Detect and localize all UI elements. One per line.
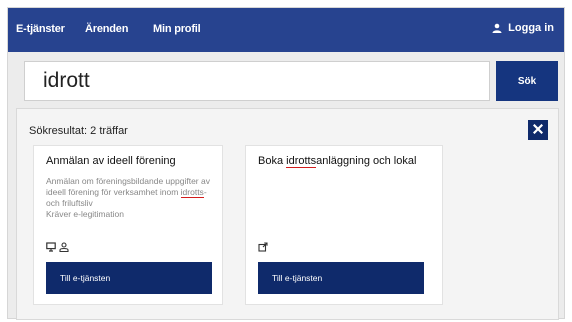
close-results-button[interactable] — [528, 120, 548, 140]
search-button[interactable]: Sök — [496, 61, 558, 101]
nav-item-arenden[interactable]: Ärenden — [85, 23, 128, 35]
app-frame: E-tjänster Ärenden Min profil Logga in i… — [7, 7, 565, 320]
result-card-description: Anmälan om föreningsbildande uppgifter a… — [46, 176, 210, 220]
result-card: Anmälan av ideell förening Anmälan om fö… — [33, 145, 223, 305]
result-card-title[interactable]: Anmälan av ideell förening — [46, 155, 212, 168]
requirement-text: Kräver e-legitimation — [46, 209, 124, 219]
service-type-icons — [46, 242, 69, 252]
close-icon — [532, 121, 544, 139]
nav-item-min-profil[interactable]: Min profil — [153, 23, 201, 35]
search-match-highlight: idrotts — [180, 187, 204, 198]
title-text: anläggning och lokal — [316, 155, 417, 167]
external-link-icon — [258, 242, 268, 252]
open-e-service-button[interactable]: Till e-tjänsten — [258, 262, 424, 294]
open-e-service-button[interactable]: Till e-tjänsten — [46, 262, 212, 294]
login-label: Logga in — [508, 22, 554, 34]
results-count-title: Sökresultat: 2 träffar — [29, 125, 128, 137]
user-icon — [492, 23, 502, 33]
computer-icon — [46, 242, 56, 252]
search-results-panel: Sökresultat: 2 träffar Anmälan av ideell… — [16, 108, 559, 320]
search-match-highlight: idrotts — [286, 155, 317, 168]
top-nav-bar: E-tjänster Ärenden Min profil Logga in — [8, 8, 564, 52]
service-type-icons — [258, 242, 268, 252]
login-button[interactable]: Logga in — [492, 22, 554, 34]
title-text: Boka — [258, 155, 287, 167]
search-input[interactable]: idrott — [24, 61, 490, 101]
result-card-title[interactable]: Boka idrottsanläggning och lokal — [258, 155, 432, 168]
person-icon — [59, 242, 69, 252]
result-card: Boka idrottsanläggning och lokal Till e-… — [245, 145, 443, 305]
nav-item-e-tjanster[interactable]: E-tjänster — [16, 23, 65, 35]
